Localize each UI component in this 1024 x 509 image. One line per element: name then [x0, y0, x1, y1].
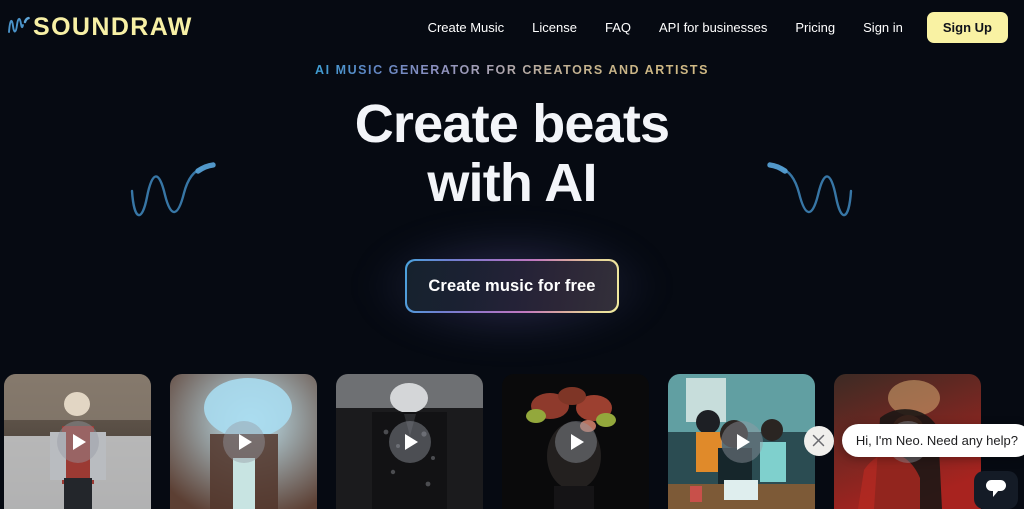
cta-inner: Create music for free [406, 260, 618, 312]
audio-wave-decoration-left-icon [126, 157, 218, 228]
nav-link-sign-in[interactable]: Sign in [849, 15, 917, 40]
video-thumbnail-2[interactable] [170, 374, 317, 509]
cta-label: Create music for free [428, 276, 596, 295]
close-icon[interactable] [803, 425, 834, 456]
site-header: SOUNDRAW Create Music License FAQ API fo… [0, 0, 1024, 54]
sound-wave-icon [6, 13, 32, 42]
headline-line-2: with AI [427, 152, 597, 213]
nav-link-faq[interactable]: FAQ [591, 15, 645, 40]
sign-up-button[interactable]: Sign Up [926, 11, 1008, 43]
hero-eyebrow: AI MUSIC GENERATOR FOR CREATORS AND ARTI… [315, 63, 709, 77]
nav-link-pricing[interactable]: Pricing [781, 15, 849, 40]
brand-name: SOUNDRAW [33, 12, 193, 41]
nav-link-create-music[interactable]: Create Music [414, 15, 519, 40]
brand-logo[interactable]: SOUNDRAW [6, 13, 193, 42]
create-music-for-free-button[interactable]: Create music for free [405, 259, 619, 313]
hero-section: AI MUSIC GENERATOR FOR CREATORS AND ARTI… [0, 54, 1024, 370]
video-thumbnail-1[interactable] [4, 374, 151, 509]
nav-link-license[interactable]: License [518, 15, 591, 40]
chat-widget: Hi, I'm Neo. Need any help? [803, 424, 1024, 457]
chat-launcher-button[interactable] [974, 471, 1018, 509]
hero-cta-container: Create music for free [367, 226, 657, 346]
video-thumbnail-5[interactable] [668, 374, 815, 509]
main-navigation: Create Music License FAQ API for busines… [414, 11, 1008, 43]
nav-link-api-for-businesses[interactable]: API for businesses [645, 15, 781, 40]
chat-greeting-message[interactable]: Hi, I'm Neo. Need any help? [841, 424, 1024, 457]
audio-wave-decoration-right-icon [765, 157, 857, 228]
video-thumbnail-4[interactable] [502, 374, 649, 509]
landing-page: SOUNDRAW Create Music License FAQ API fo… [0, 0, 1024, 509]
headline-line-1: Create beats [354, 94, 670, 154]
video-thumbnail-3[interactable] [336, 374, 483, 509]
chat-bubble-icon [984, 478, 1008, 503]
